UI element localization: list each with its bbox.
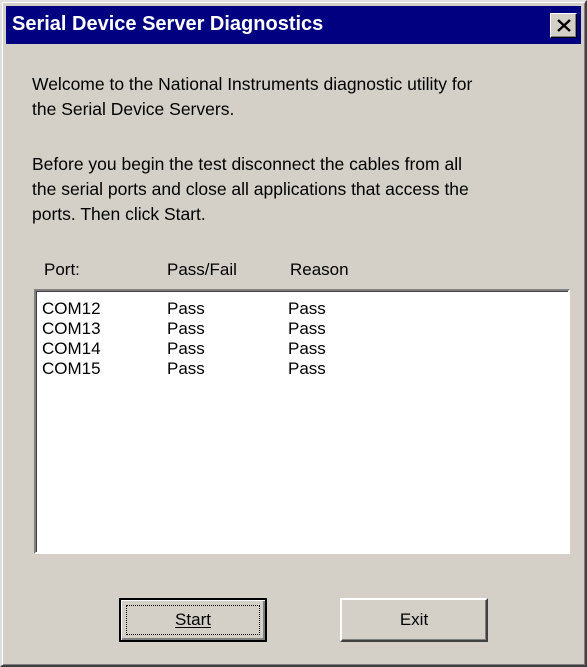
reason-cell: Pass [288,299,326,318]
port-cell: COM14 [42,339,101,358]
column-header-port: Port: [44,260,80,279]
title-bar[interactable]: Serial Device Server Diagnostics [6,6,581,44]
list-item[interactable]: COM12 Pass Pass [36,299,566,319]
diagnostics-window: Serial Device Server Diagnostics Welcome… [0,0,587,667]
reason-cell: Pass [288,319,326,338]
exit-button-label: Exit [399,610,429,629]
column-header-pass-fail: Pass/Fail [167,260,237,279]
list-item[interactable]: COM13 Pass Pass [36,319,566,339]
status-cell: Pass [167,339,205,358]
exit-button[interactable]: Exit [340,598,488,642]
port-cell: COM13 [42,319,101,338]
results-list[interactable]: COM12 Pass Pass COM13 Pass Pass COM14 Pa… [34,289,570,554]
column-header-reason: Reason [290,260,349,279]
instructions-text: Before you begin the test disconnect the… [32,154,469,224]
start-button-label: Start [175,610,211,629]
close-icon [557,19,571,32]
port-cell: COM12 [42,299,101,318]
list-item[interactable]: COM14 Pass Pass [36,339,566,359]
port-cell: COM15 [42,359,101,378]
list-item[interactable]: COM15 Pass Pass [36,359,566,379]
status-cell: Pass [167,359,205,378]
status-cell: Pass [167,299,205,318]
window-title: Serial Device Server Diagnostics [12,13,324,35]
welcome-text: Welcome to the National Instruments diag… [32,74,473,119]
status-cell: Pass [167,319,205,338]
reason-cell: Pass [288,339,326,358]
start-button[interactable]: Start [119,598,267,642]
reason-cell: Pass [288,359,326,378]
close-button[interactable] [550,13,577,38]
